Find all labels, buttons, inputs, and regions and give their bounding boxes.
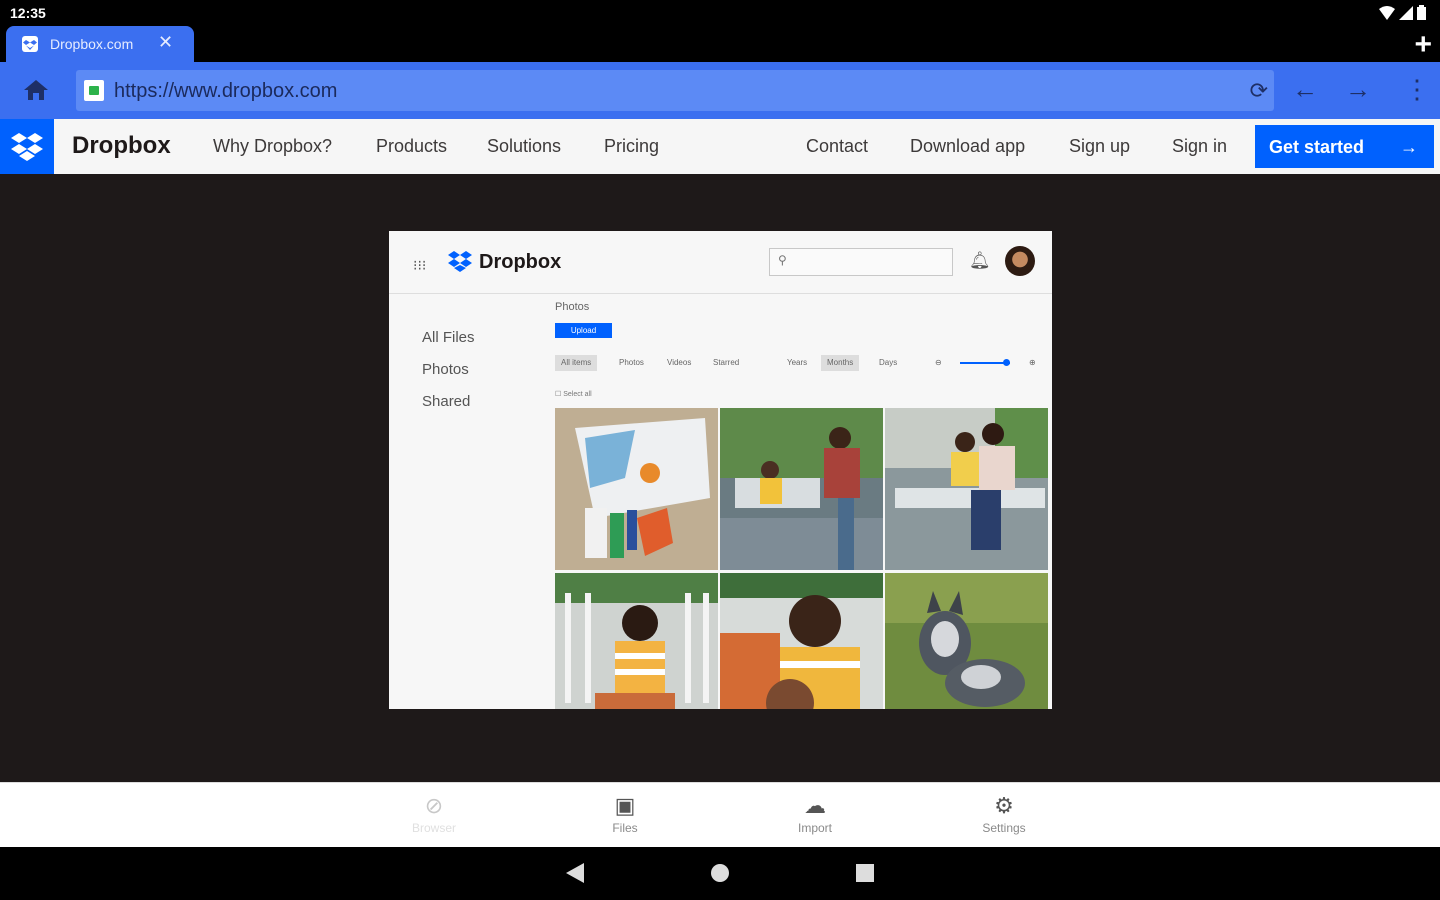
preview-breadcrumb: Photos	[555, 301, 590, 313]
compass-icon: ⊘	[424, 793, 444, 818]
wifi-icon	[1379, 5, 1395, 20]
cloud-icon: ☁	[804, 793, 826, 818]
nav-contact[interactable]: Contact	[806, 136, 868, 157]
preview-brand: Dropbox	[479, 251, 562, 273]
new-tab-icon[interactable]: +	[1414, 28, 1432, 62]
hero-stage: ⁝⁝⁝ Dropbox ⚲ 🔔︎ All Files Photos Shared…	[0, 174, 1440, 782]
lock-icon	[84, 80, 104, 101]
arrow-right-icon: →	[1400, 137, 1418, 157]
status-time: 12:35	[10, 5, 46, 21]
filter-videos: Videos	[667, 358, 692, 367]
browser-toolbar: https://www.dropbox.com ⟳ ← → ⋮	[0, 62, 1440, 119]
url-text[interactable]: https://www.dropbox.com	[114, 80, 337, 103]
nav-sign-up[interactable]: Sign up	[1069, 136, 1130, 157]
zoom-slider	[960, 359, 1010, 366]
dropbox-logo-icon[interactable]	[0, 119, 54, 174]
avatar	[1005, 246, 1035, 276]
preview-filter-bar: All items Photos Videos Starred Years Mo…	[555, 353, 1052, 373]
address-bar[interactable]: https://www.dropbox.com ⟳	[76, 70, 1274, 111]
filter-days: Days	[879, 358, 898, 367]
filter-years: Years	[787, 358, 808, 367]
preview-upload-button: Upload	[555, 323, 612, 338]
preview-sidebar-photos: Photos	[422, 361, 469, 378]
photo-tile	[885, 573, 1048, 709]
battery-icon	[1417, 5, 1426, 20]
back-arrow-icon[interactable]: ←	[1292, 74, 1318, 105]
preview-search: ⚲	[769, 248, 953, 276]
home-circle-icon[interactable]	[711, 863, 729, 883]
tab-title: Dropbox.com	[50, 36, 134, 52]
get-started-label: Get started	[1269, 137, 1365, 157]
filter-all-items: All items	[555, 355, 598, 371]
reload-icon[interactable]: ⟳	[1250, 78, 1268, 104]
photo-tile	[720, 573, 883, 709]
filter-starred: Starred	[713, 358, 740, 367]
browser-tab[interactable]: Dropbox.com ✕	[6, 26, 194, 62]
filter-photos: Photos	[619, 358, 644, 367]
nav-download-app[interactable]: Download app	[910, 136, 1025, 157]
system-nav-bar	[0, 847, 1440, 900]
preview-select-all: ☐ Select all	[555, 391, 592, 398]
nav-files-label: Files	[612, 821, 638, 835]
bell-icon: 🔔︎	[969, 251, 991, 270]
photo-grid	[555, 408, 1048, 709]
nav-browser[interactable]: ⊘ Browser	[374, 793, 494, 835]
back-icon[interactable]	[566, 863, 584, 883]
status-icons	[1379, 5, 1426, 20]
gears-icon: ⚙	[994, 793, 1014, 818]
dropbox-favicon-icon	[22, 36, 38, 52]
nav-solutions[interactable]: Solutions	[487, 136, 561, 157]
signal-icon	[1399, 5, 1413, 20]
zoom-out-icon: ⊖	[935, 358, 942, 367]
get-started-button[interactable]: Get started →	[1255, 125, 1434, 168]
recents-icon[interactable]	[856, 863, 874, 883]
photo-tile	[720, 408, 883, 570]
photo-tile	[555, 573, 718, 709]
nav-import[interactable]: ☁ Import	[755, 793, 875, 835]
app-bottom-nav: ⊘ Browser ▣ Files ☁ Import ⚙ Settings	[0, 782, 1440, 848]
nav-files[interactable]: ▣ Files	[565, 793, 685, 835]
brand-name[interactable]: Dropbox	[72, 132, 171, 160]
nav-products[interactable]: Products	[376, 136, 447, 157]
home-icon[interactable]	[22, 78, 50, 102]
nav-pricing[interactable]: Pricing	[604, 136, 659, 157]
nav-why-dropbox[interactable]: Why Dropbox?	[213, 136, 332, 157]
photo-tile	[555, 408, 718, 570]
nav-settings-label: Settings	[982, 821, 1026, 835]
nav-browser-label: Browser	[411, 821, 456, 835]
select-all-label: Select all	[563, 391, 592, 398]
zoom-in-icon: ⊕	[1029, 358, 1036, 367]
search-icon: ⚲	[778, 253, 787, 267]
nav-settings[interactable]: ⚙ Settings	[944, 793, 1064, 835]
status-bar: 12:35	[0, 0, 1440, 26]
overflow-menu-icon[interactable]: ⋮	[1404, 74, 1430, 105]
nav-sign-in[interactable]: Sign in	[1172, 136, 1227, 157]
product-preview: ⁝⁝⁝ Dropbox ⚲ 🔔︎ All Files Photos Shared…	[389, 231, 1052, 709]
tab-strip: Dropbox.com ✕ +	[0, 26, 1440, 62]
forward-arrow-icon[interactable]: →	[1345, 74, 1371, 105]
preview-sidebar-all-files: All Files	[422, 329, 475, 346]
tab-close-icon[interactable]: ✕	[158, 32, 173, 53]
dropbox-logo-icon	[448, 251, 472, 272]
nav-import-label: Import	[797, 821, 832, 835]
files-icon: ▣	[614, 793, 636, 818]
filter-months: Months	[821, 355, 860, 371]
preview-sidebar-shared: Shared	[422, 393, 471, 410]
preview-header: ⁝⁝⁝ Dropbox ⚲ 🔔︎	[389, 231, 1052, 294]
photo-tile	[885, 408, 1048, 570]
site-header: Dropbox Why Dropbox? Products Solutions …	[0, 119, 1440, 174]
app-grid-icon: ⁝⁝⁝	[413, 257, 427, 273]
